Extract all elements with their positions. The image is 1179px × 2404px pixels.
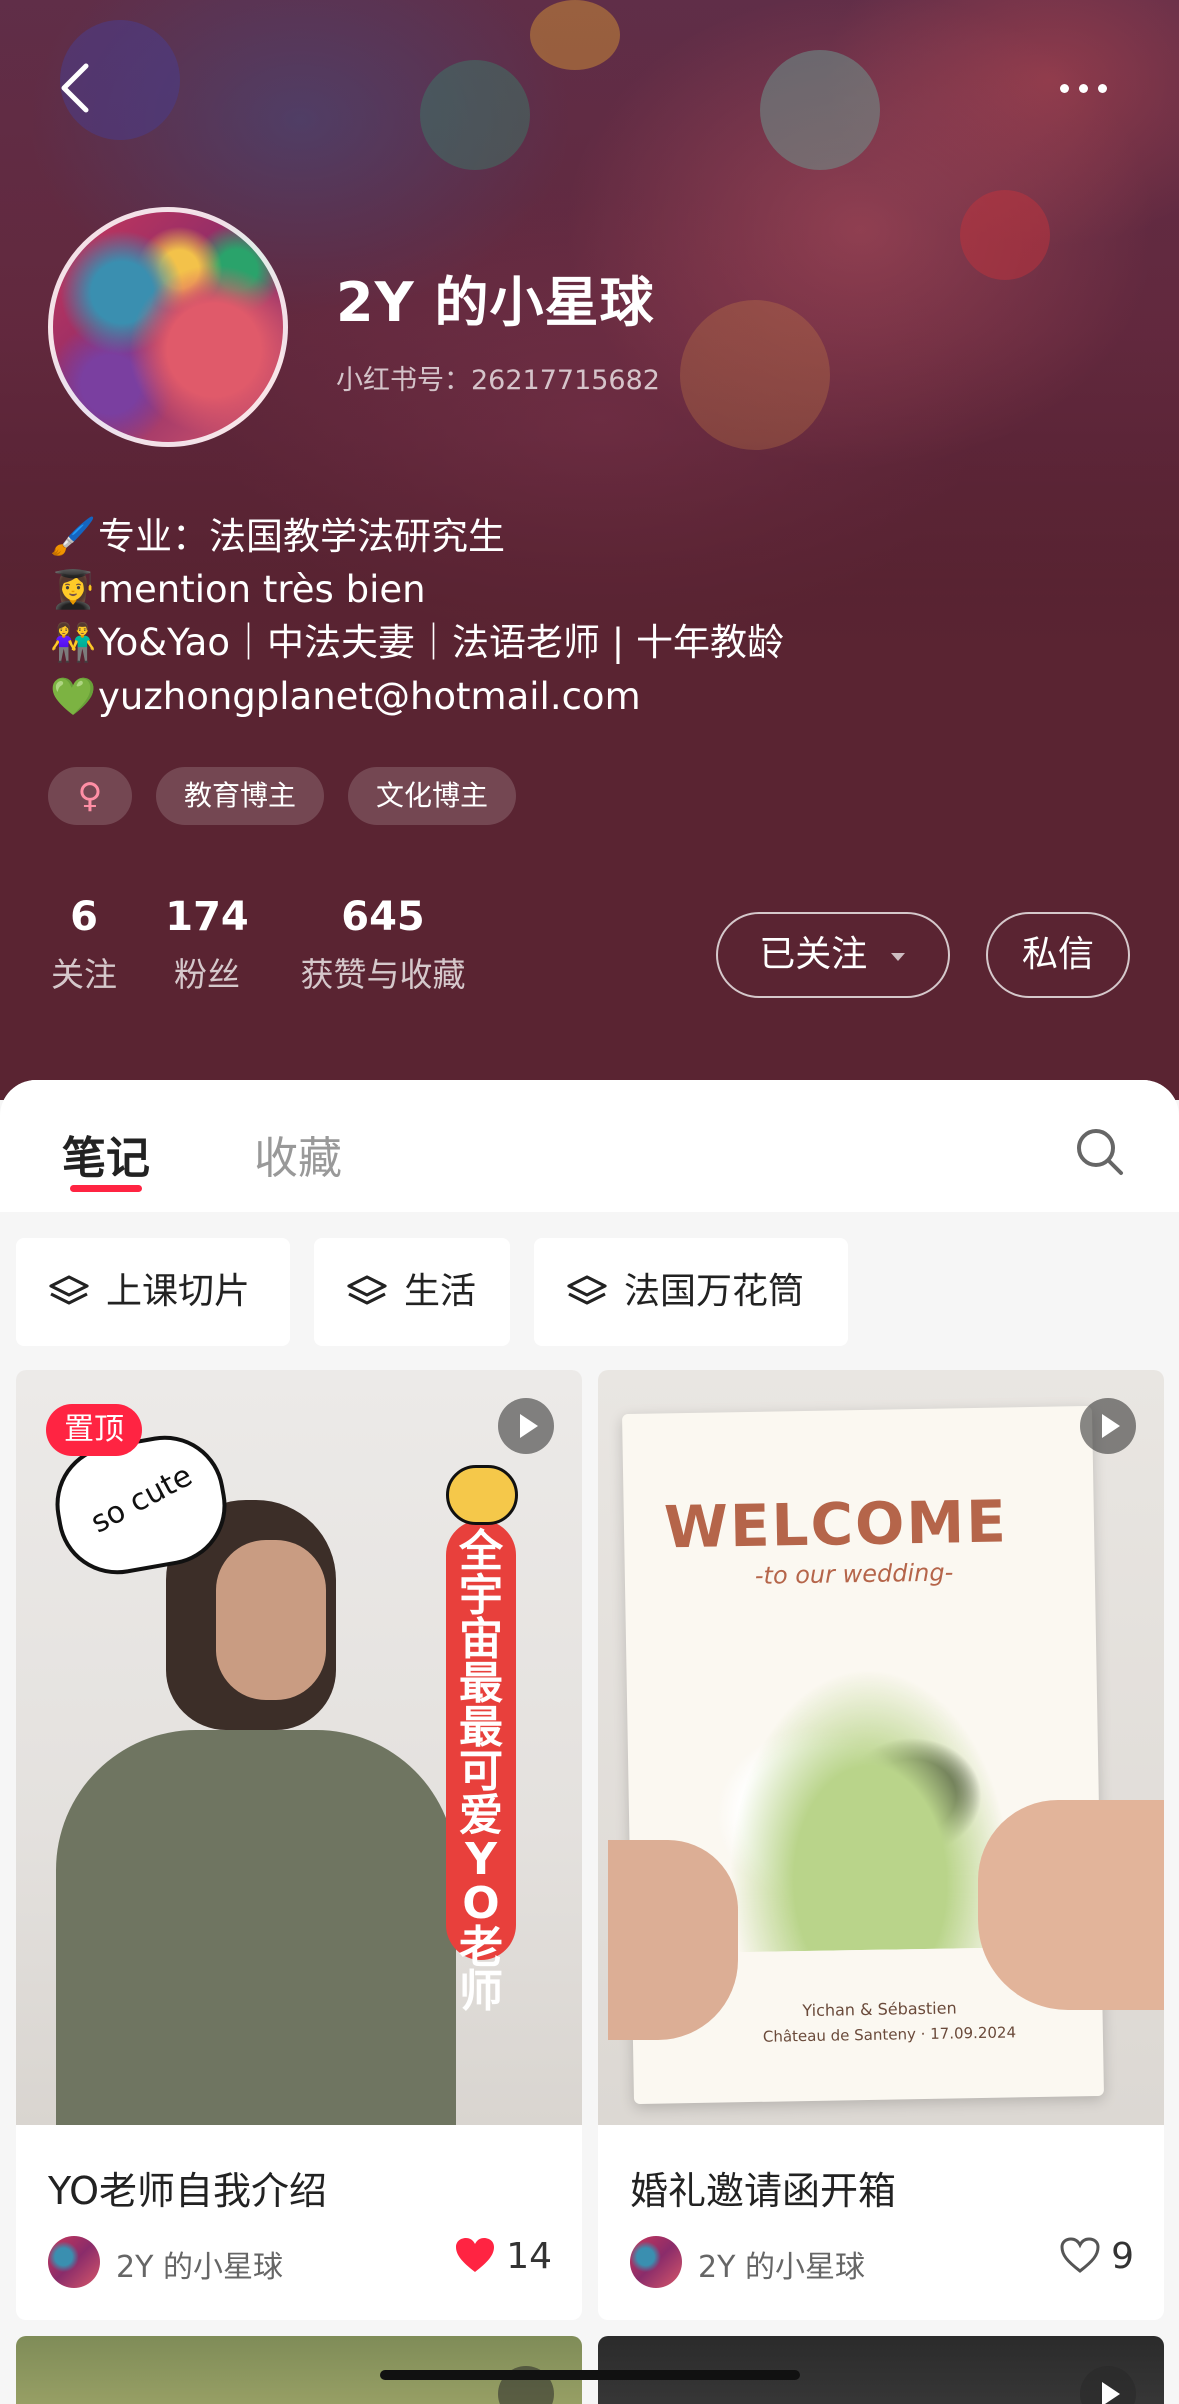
tab-bar: 笔记 收藏	[0, 1080, 1179, 1212]
note-card[interactable]: WELCOME -to our wedding- Yichan & Sébast…	[598, 1370, 1164, 2320]
author-avatar[interactable]	[630, 2236, 682, 2288]
like-count: 9	[1111, 2236, 1134, 2277]
tab-notes[interactable]: 笔记	[62, 1122, 150, 1186]
followed-label: 已关注	[759, 934, 868, 975]
gender-tag: ♀	[48, 767, 132, 825]
message-button[interactable]: 私信	[986, 912, 1130, 998]
home-indicator	[380, 2370, 800, 2380]
search-icon	[1077, 1129, 1123, 1175]
more-dots-icon	[1060, 84, 1069, 93]
search-button[interactable]	[1074, 1126, 1126, 1178]
note-title: 婚礼邀请函开箱	[630, 2169, 897, 2213]
cover-cat-sticker	[446, 1465, 518, 1525]
play-icon	[1102, 2382, 1120, 2404]
stat-label: 粉丝	[174, 955, 240, 994]
invitation-subtitle: -to our wedding-	[754, 1558, 954, 1590]
stat-value: 6	[70, 894, 98, 940]
like-button[interactable]: 9	[1059, 2236, 1134, 2277]
graduate-icon: 👩‍🎓	[50, 568, 97, 611]
play-icon	[1102, 1414, 1120, 1438]
author-name[interactable]: 2Y 的小星球	[698, 2242, 865, 2286]
back-button[interactable]	[48, 58, 108, 118]
green-heart-icon: 💚	[50, 675, 97, 718]
layers-icon	[49, 1275, 89, 1305]
bio-line: 💚yuzhongplanet@hotmail.com	[50, 670, 641, 724]
stat-value: 174	[165, 894, 249, 940]
chip-label: 上课切片	[106, 1271, 251, 1312]
profile-header: 2Y 的小星球 小红书号：26217715682 🖌️专业：法国教学法研究生 👩…	[0, 0, 1179, 1100]
more-dots-icon	[1098, 84, 1107, 93]
play-icon	[520, 1414, 538, 1438]
stat-likes-collections[interactable]: 645 获赞与收藏	[290, 890, 476, 1006]
avatar[interactable]	[48, 207, 288, 447]
stat-following[interactable]: 6 关注	[40, 890, 128, 1006]
active-tab-indicator	[70, 1185, 142, 1192]
video-badge	[498, 1398, 554, 1454]
chip-label: 生活	[404, 1271, 477, 1312]
note-title: YO老师自我介绍	[48, 2169, 328, 2213]
chip-label: 法国万花筒	[624, 1271, 805, 1312]
collection-chip[interactable]: 生活	[314, 1238, 510, 1346]
tab-collections[interactable]: 收藏	[254, 1122, 342, 1186]
invitation-names: Yichan & Sébastien	[802, 1998, 957, 2021]
pinned-badge: 置顶	[46, 1404, 142, 1456]
author-name[interactable]: 2Y 的小星球	[116, 2242, 283, 2286]
like-button[interactable]: 14	[454, 2236, 552, 2277]
cover-person-body	[56, 1730, 456, 2125]
stat-label: 获赞与收藏	[300, 955, 466, 994]
bio-email: yuzhongplanet@hotmail.com	[98, 675, 641, 718]
like-count: 14	[506, 2236, 552, 2277]
chevron-left-icon	[61, 63, 89, 113]
invitation-welcome: WELCOME	[663, 1487, 1009, 1562]
stat-label: 关注	[51, 955, 117, 994]
note-cover-image: so cute 全宇宙最最可爱YO老师	[16, 1370, 582, 2125]
followed-button[interactable]: 已关注	[716, 912, 950, 998]
cover-hand	[978, 1800, 1164, 2010]
tag-culture-blogger[interactable]: 文化博主	[348, 767, 516, 825]
heart-outline-icon	[1060, 2237, 1100, 2273]
bio-line: 👩‍🎓mention très bien	[50, 563, 426, 617]
red-id[interactable]: 小红书号：26217715682	[336, 358, 660, 397]
heart-filled-icon	[456, 2238, 495, 2272]
couple-icon: 👫	[50, 621, 97, 664]
collection-chip[interactable]: 上课切片	[16, 1238, 290, 1346]
stat-followers[interactable]: 174 粉丝	[160, 890, 254, 1006]
more-options-button[interactable]	[1060, 78, 1130, 108]
bio-line: 👫Yo&Yao｜中法夫妻｜法语老师 | 十年教龄	[50, 616, 784, 670]
content-sheet: 笔记 收藏 上课切片 生活 法国万花筒 so cute 全宇宙最最可爱YO老师	[0, 1080, 1179, 2404]
layers-icon	[567, 1275, 607, 1305]
caret-down-icon	[890, 953, 905, 961]
video-badge	[1080, 1398, 1136, 1454]
note-card[interactable]: so cute 全宇宙最最可爱YO老师 置顶 YO老师自我介绍 2Y 的小星球 …	[16, 1370, 582, 2320]
author-avatar[interactable]	[48, 2236, 100, 2288]
bio-text: 专业：法国教学法研究生	[98, 515, 505, 558]
cover-person-face	[216, 1540, 326, 1700]
cover-vertical-text: 全宇宙最最可爱YO老师	[459, 1526, 503, 2017]
note-cover-image: WELCOME -to our wedding- Yichan & Sébast…	[598, 1370, 1164, 2125]
bio-text: mention très bien	[98, 568, 426, 611]
bio-text: Yo&Yao｜中法夫妻｜法语老师 | 十年教龄	[98, 621, 784, 664]
bubble-text: so cute	[85, 1458, 199, 1541]
cover-hand	[608, 1840, 738, 2040]
profile-name: 2Y 的小星球	[336, 271, 655, 334]
collection-chip[interactable]: 法国万花筒	[534, 1238, 848, 1346]
bio-line: 🖌️专业：法国教学法研究生	[50, 510, 505, 564]
more-dots-icon	[1079, 84, 1088, 93]
tag-education-blogger[interactable]: 教育博主	[156, 767, 324, 825]
video-badge	[1080, 2366, 1136, 2404]
paintbrush-icon: 🖌️	[50, 515, 97, 558]
stat-value: 645	[341, 894, 425, 940]
layers-icon	[347, 1275, 387, 1305]
invitation-place: Château de Santeny · 17.09.2024	[762, 2023, 1017, 2046]
